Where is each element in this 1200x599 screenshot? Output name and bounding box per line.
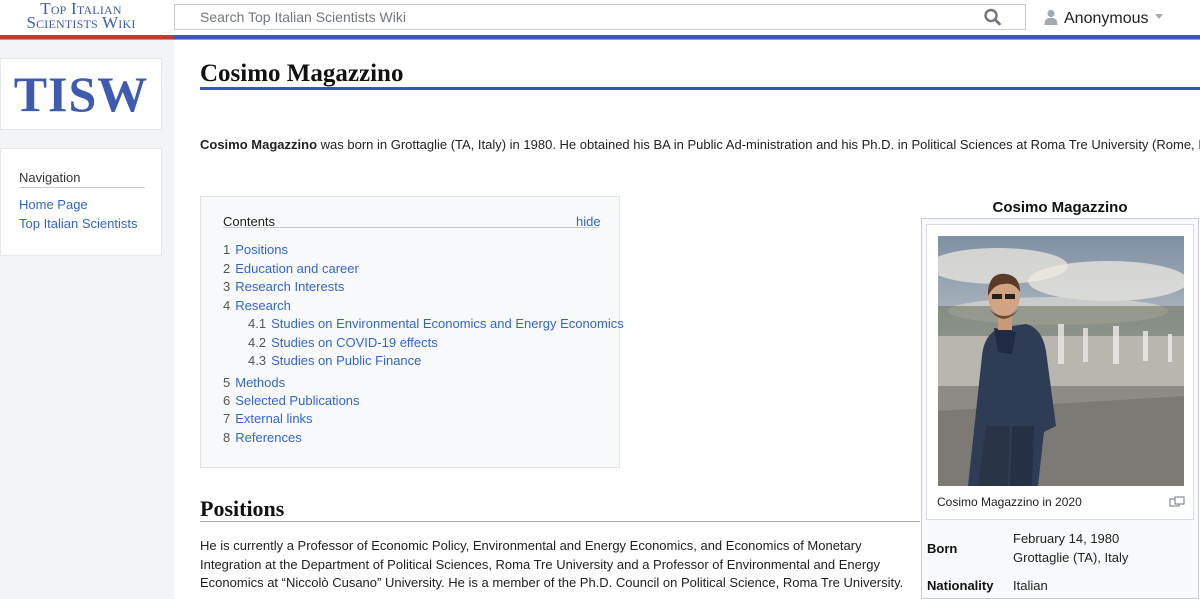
nationality-value: Italian [1013, 578, 1048, 593]
toc-number: 4.1 [248, 316, 267, 331]
chevron-down-icon [1154, 13, 1163, 19]
user-label: Anonymous [1064, 10, 1149, 27]
toc-label: Research Interests [235, 279, 345, 294]
intro-name: Cosimo Magazzino [200, 137, 318, 152]
toc-item-references[interactable]: 8 References [223, 430, 302, 445]
table-of-contents: Contents hide 1 Positions 2 Education and … [200, 196, 624, 468]
toc-number: 7 [223, 411, 231, 426]
toc-label: Studies on Environmental Economics and E… [271, 316, 624, 331]
sidebar-item-home-page[interactable]: Home Page [19, 197, 88, 212]
positions-paragraph: He is currently a Professor of Economic … [200, 538, 904, 590]
toc-number: 4.3 [248, 353, 267, 368]
toc-label: Research [235, 298, 291, 313]
section-heading-positions: Positions [200, 496, 285, 521]
toc-item-education[interactable]: 2 Education and career [223, 261, 359, 276]
toc-number: 1 [223, 242, 231, 257]
toc-number: 3 [223, 279, 231, 294]
page-title: Cosimo Magazzino [200, 60, 404, 87]
portrait-photo[interactable] [938, 236, 1184, 486]
nationality-label: Nationality [927, 578, 994, 593]
toc-item-external-links[interactable]: 7 External links [223, 411, 313, 426]
toc-item-research[interactable]: 4 Research [223, 298, 291, 313]
toc-label: Methods [235, 375, 286, 390]
toc-divider [223, 227, 599, 228]
toc-item-methods[interactable]: 5 Methods [223, 375, 285, 390]
toc-number: 6 [223, 393, 231, 408]
infobox: Cosimo Magazzino in 2020 Born February 1… [921, 218, 1199, 599]
toc-item-research-interests[interactable]: 3 Research Interests [223, 279, 344, 294]
born-place: Grottaglie (TA), Italy [1013, 550, 1129, 565]
toc-number: 2 [223, 261, 231, 276]
toc-number: 8 [223, 430, 231, 445]
toc-item-selected-publications[interactable]: 6 Selected Publications [223, 393, 360, 408]
section-heading-rule [200, 521, 920, 522]
infobox-image-frame: Cosimo Magazzino in 2020 [926, 224, 1194, 520]
toc-item-environmental-economics[interactable]: 4.1 Studies on Environmental Economics an… [248, 316, 624, 331]
sidebar-item-top-italian-scientists[interactable]: Top Italian Scientists [19, 216, 138, 231]
intro-paragraph: Cosimo Magazzino was born in Grottaglie … [200, 136, 1200, 154]
sidebar-navigation: Navigation Home Page Top Italian Scienti… [0, 148, 162, 256]
navigation-heading: Navigation [19, 170, 145, 188]
search-box [174, 4, 1026, 30]
title-underline [200, 87, 1200, 90]
site-wordmark[interactable]: Top Italian Scientists Wiki [18, 0, 144, 32]
toc-number: 4 [223, 298, 231, 313]
toc-item-covid-effects[interactable]: 4.2 Studies on COVID-19 effects [248, 335, 438, 350]
toc-item-public-finance[interactable]: 4.3 Studies on Public Finance [248, 353, 421, 368]
born-date: February 14, 1980 [1013, 531, 1120, 546]
intro-text: was born in Grottaglie (TA, Italy) in 19… [317, 137, 1200, 152]
toc-label: References [235, 430, 302, 445]
toc-label: External links [235, 411, 313, 426]
sidebar-logo-text: TISW [13, 66, 149, 122]
top-header: Top Italian Scientists Wiki Anonymous [0, 0, 1200, 35]
site-wordmark-line2: Scientists Wiki [26, 13, 136, 32]
toc-label: Studies on COVID-19 effects [271, 335, 438, 350]
search-input[interactable] [175, 5, 965, 29]
image-caption: Cosimo Magazzino in 2020 [937, 495, 1082, 509]
toc-number: 4.2 [248, 335, 267, 350]
toc-label: Positions [235, 242, 288, 257]
toc-label: Selected Publications [235, 393, 360, 408]
sidebar-logo[interactable]: TISW [0, 58, 162, 130]
toc-label: Studies on Public Finance [271, 353, 422, 368]
toc-item-positions[interactable]: 1 Positions [223, 242, 288, 257]
born-label: Born [927, 541, 958, 556]
enlarge-icon[interactable] [1169, 495, 1185, 507]
user-menu[interactable]: Anonymous [1044, 8, 1163, 30]
toc-label: Education and career [235, 261, 359, 276]
infobox-title: Cosimo Magazzino [992, 199, 1128, 216]
search-icon[interactable] [983, 8, 1003, 26]
toc-number: 5 [223, 375, 231, 390]
user-icon [1044, 9, 1058, 30]
